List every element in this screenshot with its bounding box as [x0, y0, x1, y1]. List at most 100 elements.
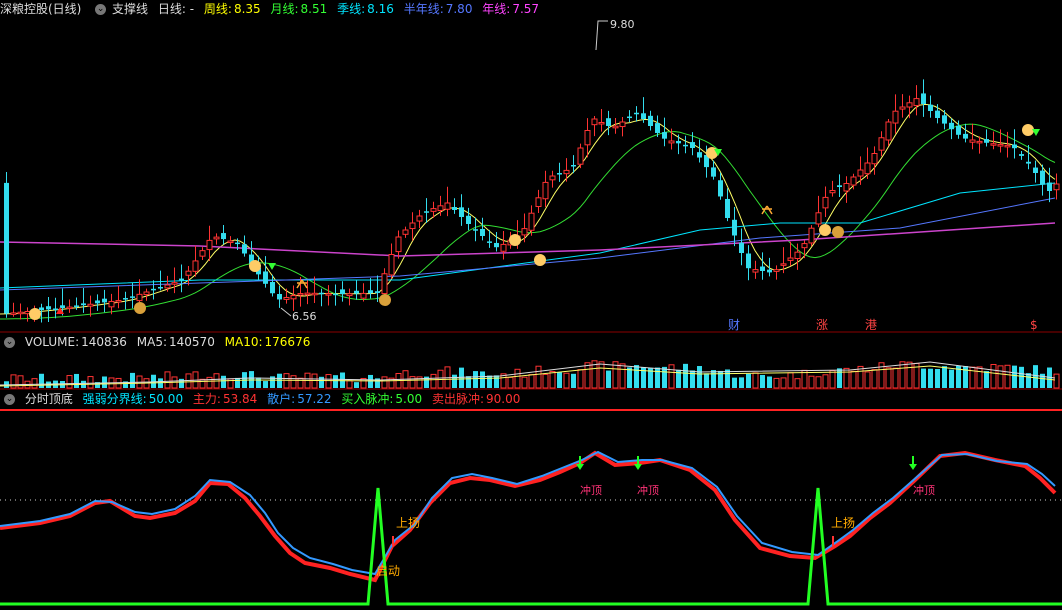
event-marker-dollar[interactable]: $ — [1030, 318, 1038, 332]
candle-body — [752, 269, 759, 273]
hand-signal-icon[interactable] — [509, 234, 521, 246]
candle-body — [213, 236, 220, 240]
candle-body — [500, 243, 507, 252]
volume-bar — [739, 377, 744, 388]
quarter-line-value: 8.16 — [367, 2, 394, 16]
volume-bar — [528, 374, 535, 389]
week-line-label: 周线: — [203, 2, 232, 16]
candle-body — [662, 132, 667, 139]
candle-body — [235, 242, 240, 245]
candle-body — [1033, 167, 1038, 173]
hand-signal-icon[interactable] — [819, 224, 831, 236]
strength-line-label: 强弱分界线: — [82, 392, 147, 406]
volume-bar — [507, 376, 514, 389]
candle-body — [325, 293, 332, 296]
volume-bar — [787, 372, 794, 389]
chevron-down-icon[interactable]: ⌄ — [4, 337, 15, 348]
candle-body — [115, 300, 122, 303]
candle-body — [949, 122, 954, 130]
candle-body — [102, 298, 107, 303]
candle-body — [74, 305, 79, 307]
volume-bar — [697, 366, 702, 388]
year-line-label: 年线: — [482, 2, 511, 16]
volume-header: ⌄ VOLUME: 140836 MA5: 140570 MA10: 176676 — [0, 333, 1062, 351]
volume-bar — [74, 373, 79, 388]
volume-bar — [297, 377, 304, 389]
volume-bar — [662, 366, 667, 388]
qidong-label[interactable]: 启动 — [376, 564, 400, 578]
price-chart[interactable]: 9.80 6.56 财 涨 港 $ — [0, 18, 1062, 333]
volume-bar — [87, 376, 94, 389]
volume-bar — [885, 367, 892, 389]
candle-body — [732, 219, 737, 236]
chevron-down-icon[interactable]: ⌄ — [95, 4, 107, 15]
candle-body — [549, 175, 556, 181]
volume-bar — [1033, 365, 1038, 388]
arrow-signal-icon[interactable] — [268, 263, 276, 270]
candle-body — [885, 121, 892, 141]
volume-bar — [17, 375, 24, 389]
halfyear-line-value: 7.80 — [445, 2, 473, 16]
oscillator-chart[interactable]: 冲顶 冲顶 冲顶 上扬 上扬 启动 — [0, 408, 1062, 608]
candle-body — [857, 169, 864, 177]
candle-body — [143, 291, 150, 296]
candle-body — [409, 222, 416, 230]
candle-body — [185, 270, 192, 276]
chongding-signal[interactable]: 冲顶 — [576, 456, 602, 497]
candle-body — [39, 307, 44, 311]
candle-body — [619, 121, 626, 128]
indicator-name[interactable]: 支撑线 — [112, 2, 148, 16]
person-signal-icon[interactable] — [296, 279, 308, 289]
event-marker-cai[interactable]: 财 — [728, 318, 740, 332]
candle-body — [444, 202, 451, 210]
event-marker-gang[interactable]: 港 — [865, 318, 877, 332]
money-bag-icon[interactable] — [832, 226, 844, 238]
volume-bar — [521, 376, 528, 389]
candle-body — [612, 125, 619, 129]
sell-pulse-value: 90.00 — [486, 392, 521, 406]
oscillator-title[interactable]: 分时顶底 — [25, 392, 73, 406]
money-bag-icon[interactable] — [134, 302, 146, 314]
volume-bar — [290, 375, 297, 389]
money-bag-icon[interactable] — [379, 294, 391, 306]
hand-signal-icon[interactable] — [249, 260, 261, 272]
candle-body — [956, 125, 961, 135]
candle-body — [17, 311, 24, 315]
volume-bar — [346, 380, 353, 389]
volume-bar — [871, 369, 878, 389]
candle-body — [46, 306, 51, 310]
candle-body — [997, 144, 1004, 147]
candle-body — [60, 305, 65, 308]
hand-signal-icon[interactable] — [1022, 124, 1034, 136]
volume-bar — [277, 373, 282, 388]
main-force-value: 53.84 — [222, 392, 258, 406]
candle-body — [381, 273, 388, 295]
candle-body — [277, 293, 282, 300]
volume-bar — [619, 363, 626, 389]
oscillator-header: ⌄ 分时顶底 强弱分界线: 50.00 主力: 53.84 散户: 57.22 买入脉… — [0, 390, 1062, 408]
hand-signal-icon[interactable] — [29, 308, 41, 320]
candle-body — [311, 292, 318, 296]
volume-bar — [1053, 373, 1060, 389]
candle-body — [346, 293, 353, 297]
year-line-value: 7.57 — [512, 2, 540, 16]
volume-bar — [430, 373, 437, 389]
candle-body — [850, 176, 857, 186]
hand-signal-icon[interactable] — [534, 254, 546, 266]
event-marker-zhang[interactable]: 涨 — [816, 317, 828, 332]
candle-body — [634, 112, 639, 115]
candle-body — [984, 139, 989, 143]
candle-body — [871, 153, 878, 165]
candle-body — [354, 290, 359, 294]
candle-body — [1026, 161, 1031, 164]
stock-name[interactable]: 深粮控股(日线) — [0, 2, 81, 16]
candle-body — [864, 162, 871, 175]
candle-body — [263, 271, 268, 284]
chevron-down-icon[interactable]: ⌄ — [4, 394, 15, 405]
hand-signal-icon[interactable] — [706, 147, 718, 159]
volume-chart[interactable] — [0, 350, 1062, 390]
volume-bar — [130, 372, 135, 388]
week-ma-line — [0, 103, 1056, 315]
volume-bar — [822, 374, 829, 389]
volume-bar — [794, 378, 801, 389]
